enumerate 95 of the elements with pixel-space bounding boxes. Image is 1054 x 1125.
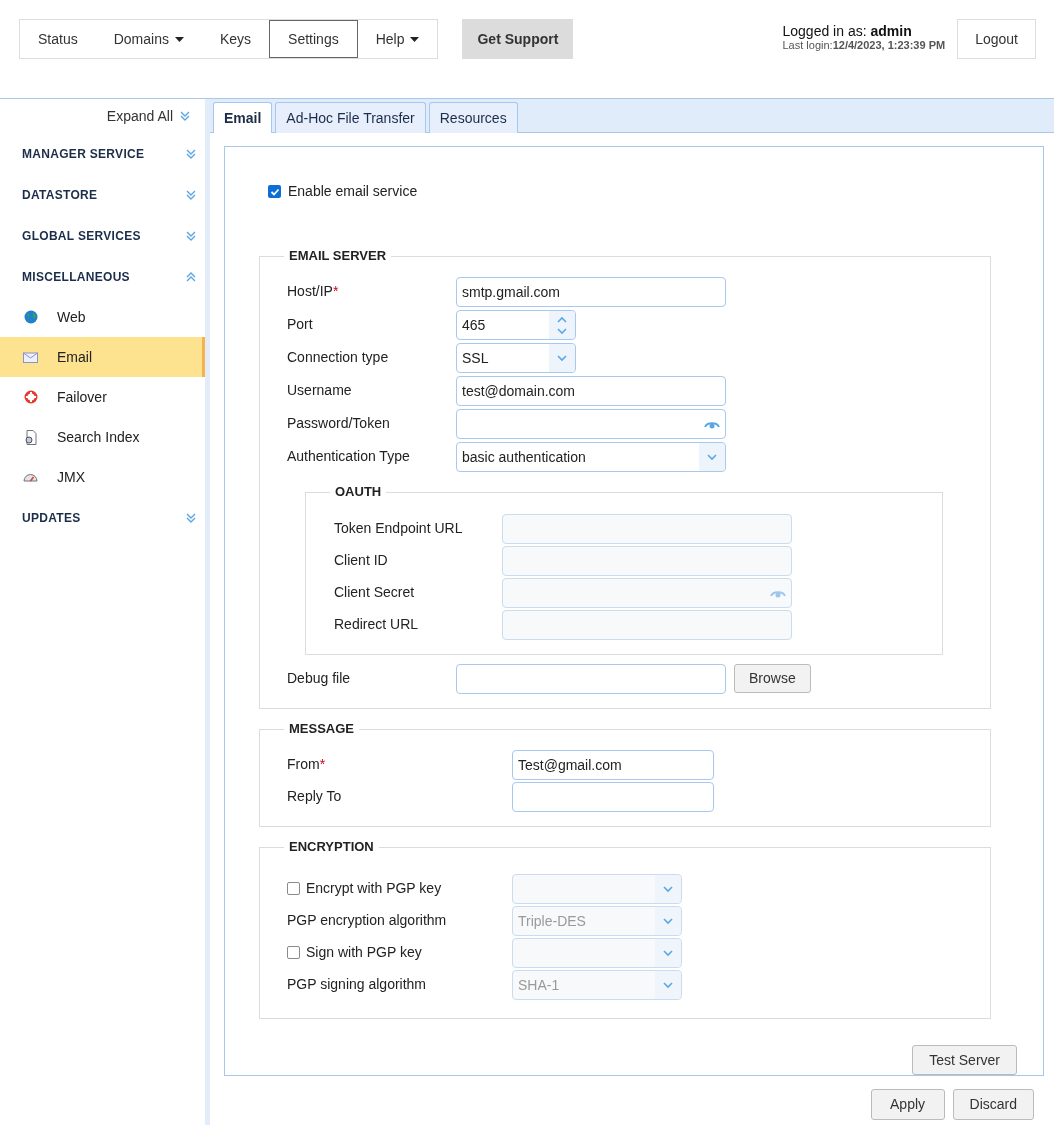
test-server-button[interactable]: Test Server (912, 1045, 1017, 1075)
support-button[interactable]: Get Support (462, 19, 574, 59)
field-value: 465 (461, 315, 487, 335)
checkbox-label: Enable email service (288, 182, 418, 201)
field-label: Redirect URL (334, 615, 419, 634)
field-label: Token Endpoint URL (334, 519, 463, 538)
field-label: Reply To (287, 787, 342, 806)
sidebar-item-label: Email (57, 347, 92, 367)
envelope-icon (23, 351, 38, 363)
sidebar-item[interactable]: Failover (0, 377, 205, 417)
nav-item[interactable]: Status (20, 20, 96, 58)
caret-icon (410, 36, 420, 42)
field-label: Port (287, 315, 313, 334)
input-field[interactable]: Test@gmail.com (512, 750, 714, 780)
field-label: PGP encryption algorithm (287, 911, 447, 930)
down-chevron-icon (556, 326, 568, 335)
tab[interactable]: Ad-Hoc File Transfer (275, 102, 426, 133)
expand-all-icon (179, 110, 191, 122)
chevron-down-icon (662, 949, 674, 957)
up-chevron-icon (556, 315, 568, 324)
section-title: GLOBAL SERVICES (22, 227, 141, 245)
nav-item[interactable]: Help (357, 20, 438, 58)
chevron-down-icon (662, 885, 674, 893)
sidebar-item-label: Search Index (57, 427, 140, 447)
nav-item[interactable]: Keys (201, 20, 270, 58)
field-value: SHA-1 (517, 975, 561, 995)
logout-button[interactable]: Logout (957, 19, 1036, 59)
sidebar-item-label: Web (57, 307, 86, 327)
tab[interactable]: Resources (428, 102, 518, 133)
field-label: Encrypt with PGP key (306, 879, 442, 898)
field-label: Client Secret (334, 583, 415, 602)
checkbox[interactable] (268, 185, 281, 198)
select-field[interactable]: SSL (456, 343, 576, 373)
input-field[interactable] (456, 664, 726, 694)
field-label: Sign with PGP key (306, 943, 422, 962)
sidebar-item[interactable]: Web (0, 297, 205, 337)
expand-all-button[interactable]: Expand All (106, 105, 173, 127)
tab[interactable]: Email (213, 102, 273, 133)
field-label: Connection type (287, 348, 389, 367)
sidebar-section-header[interactable]: GLOBAL SERVICES (0, 215, 205, 256)
sidebar-item-label: JMX (57, 467, 85, 487)
field-value: SSL (461, 348, 490, 368)
field-value: Test@gmail.com (517, 755, 623, 775)
section-title: DATASTORE (22, 186, 98, 204)
nav-item[interactable]: Settings (269, 20, 358, 58)
expand-icon (185, 188, 197, 201)
section-title: MISCELLANEOUS (22, 268, 130, 286)
sidebar-item[interactable]: Search Index (0, 417, 205, 457)
sidebar-item-label: Failover (57, 387, 107, 407)
field-value: Triple-DES (517, 911, 587, 931)
last-login-text: Last login:12/4/2023, 1:23:39 PM (782, 39, 946, 52)
number-field[interactable]: 465 (456, 310, 576, 340)
logged-in-text: Logged in as: admin (782, 23, 913, 39)
password-field[interactable] (456, 409, 726, 439)
input-field[interactable]: test@domain.com (456, 376, 726, 406)
sidebar-section-header[interactable]: UPDATES (0, 497, 205, 538)
field-value: test@domain.com (461, 381, 577, 401)
lifebuoy-icon (23, 390, 38, 404)
nav-item[interactable]: Domains (95, 20, 202, 58)
browse-button[interactable]: Browse (734, 664, 811, 693)
chevron-down-icon (662, 981, 674, 989)
collapse-icon (185, 270, 197, 283)
expand-icon (185, 511, 197, 524)
field-label: Password/Token (287, 414, 390, 433)
footer-button[interactable]: Discard (952, 1089, 1034, 1120)
field-value: smtp.gmail.com (461, 282, 562, 302)
field-label: Host/IP* (287, 282, 339, 301)
chevron-down-icon (556, 354, 568, 362)
select-field[interactable]: basic authentication (456, 442, 726, 472)
document-search-icon (23, 429, 38, 445)
field-label: Client ID (334, 551, 388, 570)
sidebar-section-header[interactable]: MISCELLANEOUS (0, 256, 205, 297)
chevron-down-icon (706, 453, 718, 461)
field-label: PGP signing algorithm (287, 975, 427, 994)
expand-icon (185, 147, 197, 160)
eye-icon[interactable] (704, 419, 720, 429)
section-title: MANAGER SERVICE (22, 145, 145, 163)
input-field[interactable] (512, 782, 714, 812)
field-label: Username (287, 381, 352, 400)
field-label: From* (287, 755, 326, 774)
field-label: Debug file (287, 669, 352, 688)
sidebar-section-header[interactable]: MANAGER SERVICE (0, 133, 205, 174)
sidebar-section-header[interactable]: DATASTORE (0, 174, 205, 215)
chevron-down-icon (662, 917, 674, 925)
globe-icon (23, 310, 38, 324)
sidebar-item[interactable]: Email (0, 337, 205, 377)
input-field[interactable]: smtp.gmail.com (456, 277, 726, 307)
field-label: Authentication Type (287, 447, 410, 466)
sidebar-item[interactable]: JMX (0, 457, 205, 497)
expand-icon (185, 229, 197, 242)
field-value: basic authentication (461, 447, 587, 467)
gauge-icon (23, 472, 38, 482)
section-title: UPDATES (22, 509, 81, 527)
caret-icon (174, 36, 184, 42)
footer-button[interactable]: Apply (870, 1089, 945, 1120)
